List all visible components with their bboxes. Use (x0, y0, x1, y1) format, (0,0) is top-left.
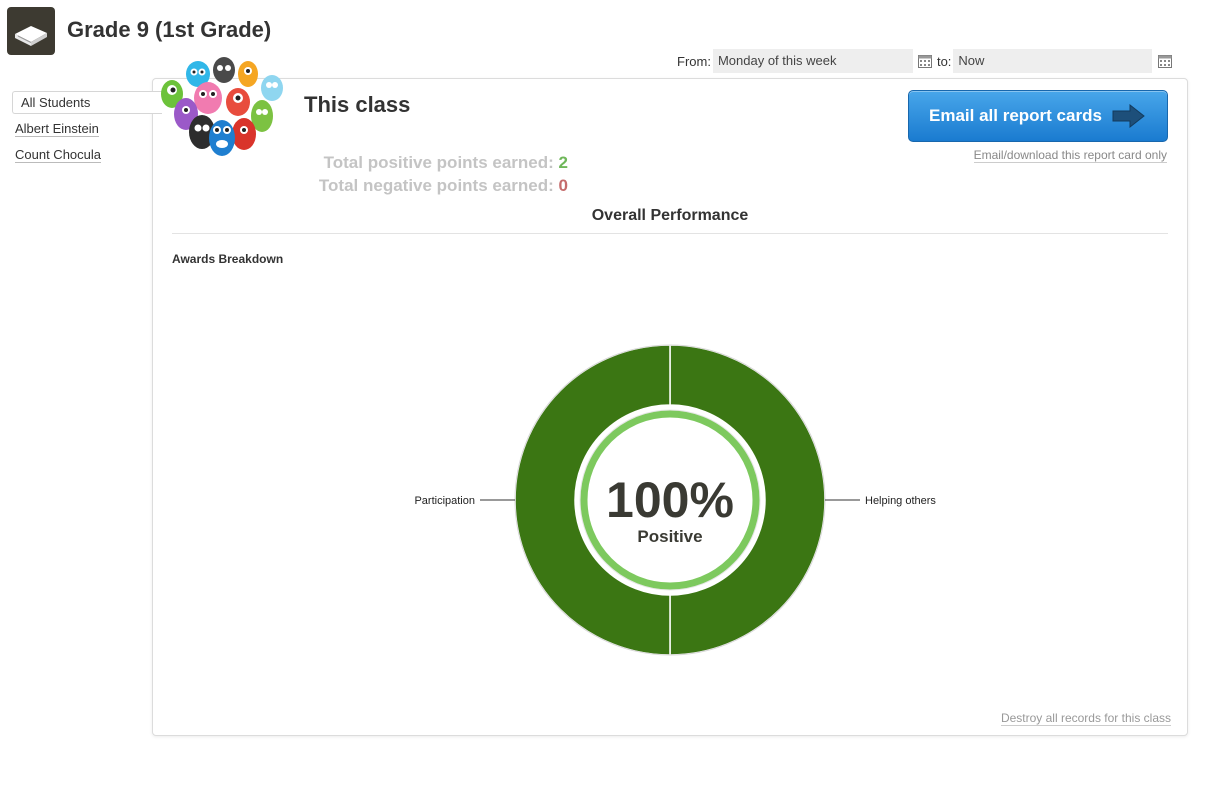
positive-points-label: Total positive points earned: (323, 153, 554, 172)
sidebar-item-albert-einstein[interactable]: Albert Einstein (12, 118, 162, 144)
divider (172, 233, 1168, 234)
awards-breakdown-title: Awards Breakdown (172, 252, 284, 266)
arrow-right-icon (1112, 103, 1145, 129)
slice-label: Participation (414, 495, 475, 507)
to-date-input[interactable]: Now (953, 49, 1153, 73)
sidebar-item-all-students[interactable]: All Students (12, 91, 162, 114)
sidebar-item-label: Albert Einstein (15, 121, 99, 137)
date-range: From: Monday of this week to: Now (677, 49, 1177, 73)
center-percentage: 100% (606, 472, 734, 528)
sidebar-item-label: All Students (21, 95, 91, 110)
page-title: Grade 9 (1st Grade) (67, 17, 272, 42)
slice-label: Helping others (865, 495, 936, 507)
calendar-icon[interactable] (917, 53, 933, 69)
center-label: Positive (637, 527, 702, 546)
calendar-icon[interactable] (1157, 53, 1173, 69)
negative-points-value: 0 (558, 176, 568, 195)
sidebar-item-count-chocula[interactable]: Count Chocula (12, 144, 162, 170)
negative-points-label: Total negative points earned: (318, 176, 554, 195)
email-all-label: Email all report cards (929, 106, 1102, 125)
class-monsters-avatar (158, 52, 288, 162)
negative-points-row: Total negative points earned: 0 (304, 174, 568, 197)
awards-donut-chart: 100%Positive Helping others Participation (414, 344, 936, 656)
to-label: to: (936, 53, 952, 69)
from-label: From: (677, 53, 711, 69)
from-date-input[interactable]: Monday of this week (712, 49, 913, 73)
email-download-this-report-link[interactable]: Email/download this report card only (973, 148, 1167, 163)
positive-points-value: 2 (558, 153, 568, 172)
points-summary: Total positive points earned: 2 Total ne… (304, 151, 568, 197)
book-icon (7, 7, 55, 55)
positive-points-row: Total positive points earned: 2 (304, 151, 568, 174)
class-title: This class (304, 92, 411, 117)
email-all-report-cards-button[interactable]: Email all report cards (908, 90, 1168, 142)
sidebar-item-label: Count Chocula (15, 147, 101, 163)
destroy-records-link[interactable]: Destroy all records for this class (1000, 711, 1171, 726)
overall-performance-title: Overall Performance (591, 207, 749, 224)
student-sidebar: All Students Albert Einstein Count Chocu… (12, 91, 162, 170)
